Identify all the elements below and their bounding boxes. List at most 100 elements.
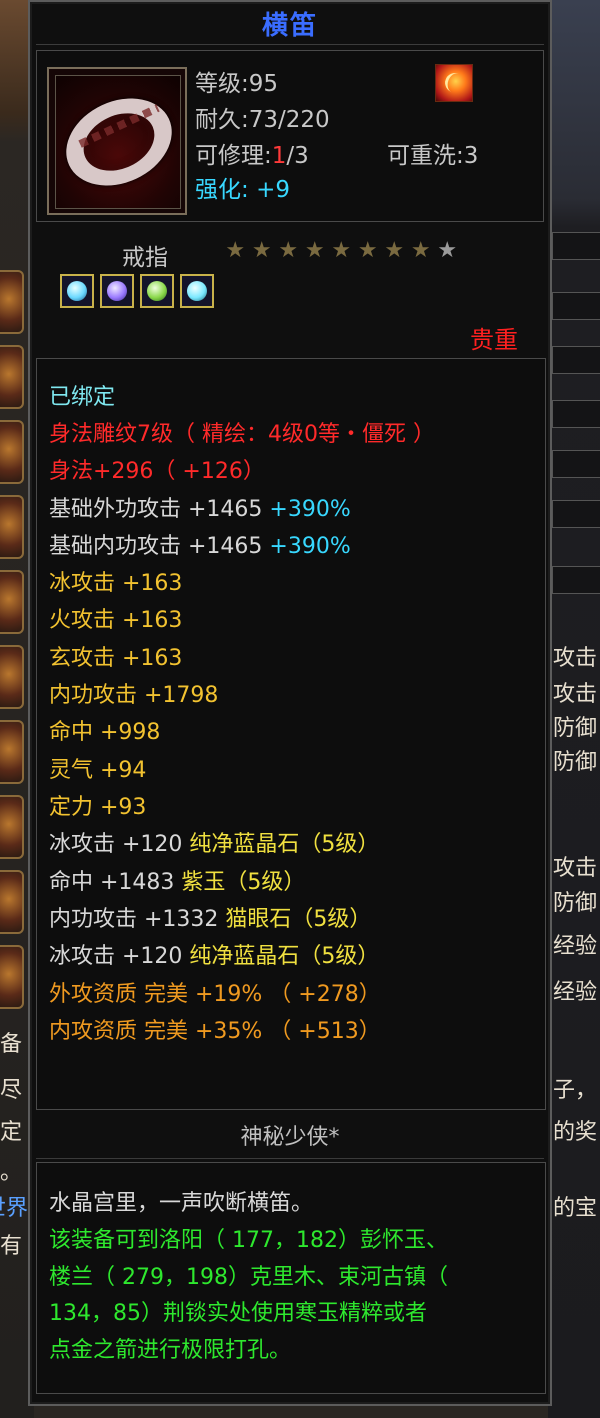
inventory-slot[interactable] xyxy=(0,270,24,334)
silver-ring-icon xyxy=(55,75,181,209)
agility-stat: 身法+296（ +126） xyxy=(49,459,265,484)
star-icon: ★ xyxy=(410,238,431,263)
int-attack-stat: 基础内功攻击 +1465 xyxy=(49,534,263,559)
star-icon: ★ xyxy=(251,238,272,263)
background-text: 攻击 xyxy=(553,856,598,881)
rewash-value: 3 xyxy=(463,143,479,169)
gem-stat: 内功攻击 +1332 xyxy=(49,907,219,932)
durability-value: 73/220 xyxy=(248,107,330,133)
star-icon: ★ xyxy=(225,238,246,263)
background-text: 经验 xyxy=(553,980,598,1005)
background-text: 防御 xyxy=(553,716,598,741)
inventory-slot[interactable] xyxy=(0,345,24,409)
repair-row: 可修理:1/3 xyxy=(195,143,309,169)
hit-stat: 命中 +998 xyxy=(49,720,161,745)
star-icon: ★ xyxy=(331,238,352,263)
background-text: 攻击 xyxy=(553,646,598,671)
enhance-row: 强化: +9 xyxy=(195,177,290,203)
engrave-stat: 身法雕纹7级（ 精绘：4级0等・僵死 ） xyxy=(49,422,435,447)
star-empty-icon: ★ xyxy=(437,238,458,263)
hint-text: 134，85）荆锬实处使用寒玉精粹或者 xyxy=(49,1301,427,1326)
gem-sockets xyxy=(60,274,214,308)
focus-stat: 定力 +93 xyxy=(49,795,147,820)
background-row xyxy=(552,400,600,428)
star-rating: ★ ★ ★ ★ ★ ★ ★ ★ ★ xyxy=(222,238,461,263)
enhance-value: +9 xyxy=(256,177,290,203)
fire-attack-stat: 火攻击 +163 xyxy=(49,608,183,633)
flavor-text: 水晶宫里，一声吹断横笛。 xyxy=(49,1191,314,1216)
ice-attack-stat: 冰攻击 +163 xyxy=(49,571,183,596)
purple-gem-icon xyxy=(100,274,134,308)
background-row xyxy=(552,566,600,594)
rewash-label: 可重洗 xyxy=(387,143,456,169)
int-quality-stat: 内攻资质 完美 +35% （ +513） xyxy=(49,1019,381,1044)
int-attack-row: 基础内功攻击 +1465 +390% xyxy=(49,536,351,558)
cyan-gem-icon xyxy=(60,274,94,308)
inner-attack-stat: 内功攻击 +1798 xyxy=(49,683,219,708)
background-text: 有 xyxy=(0,1234,23,1259)
background-text: 定 xyxy=(0,1120,23,1145)
background-row xyxy=(552,500,600,528)
background-row xyxy=(552,232,600,260)
repair-used: 1 xyxy=(271,143,287,169)
ext-attack-row: 基础外功攻击 +1465 +390% xyxy=(49,499,351,521)
cyan-gem-icon xyxy=(180,274,214,308)
background-row xyxy=(552,346,600,374)
inventory-slot[interactable] xyxy=(0,420,24,484)
phoenix-badge-icon xyxy=(435,64,473,102)
description-panel: 水晶宫里，一声吹断横笛。 该装备可到洛阳（ 177，182）彭怀玉、 楼兰（ 2… xyxy=(36,1162,546,1394)
ext-attack-stat: 基础外功攻击 +1465 xyxy=(49,497,263,522)
hint-text: 点金之箭进行极限打孔。 xyxy=(49,1338,292,1363)
gem-name: 纯净蓝晶石（5级） xyxy=(189,832,380,857)
star-icon: ★ xyxy=(278,238,299,263)
item-source: 神秘少侠* xyxy=(36,1118,544,1159)
hint-text: 楼兰（ 279，198）克里木、束河古镇（ xyxy=(49,1265,448,1290)
item-title: 横笛 xyxy=(36,4,544,45)
gem-stat-row: 命中 +1483 紫玉（5级） xyxy=(49,872,305,894)
mystic-attack-stat: 玄攻击 +163 xyxy=(49,646,183,671)
background-row xyxy=(552,292,600,320)
int-attack-pct: +390% xyxy=(269,534,351,559)
bound-status: 已绑定 xyxy=(49,385,116,410)
gem-name: 紫玉（5级） xyxy=(181,870,306,895)
gem-stat-row: 冰攻击 +120 纯净蓝晶石（5级） xyxy=(49,946,379,968)
green-gem-icon xyxy=(140,274,174,308)
inventory-slot[interactable] xyxy=(0,645,24,709)
ring-shape xyxy=(56,81,180,203)
gem-stat: 命中 +1483 xyxy=(49,870,175,895)
gem-stat: 冰攻击 +120 xyxy=(49,944,183,969)
inventory-slot[interactable] xyxy=(0,495,24,559)
inventory-slot[interactable] xyxy=(0,795,24,859)
background-row xyxy=(552,450,600,478)
background-text: 的奖 xyxy=(553,1120,598,1145)
spirit-stat: 灵气 +94 xyxy=(49,758,147,783)
background-text: 防御 xyxy=(553,891,598,916)
rewash-row: 可重洗:3 xyxy=(387,143,479,169)
durability-label: 耐久 xyxy=(195,107,241,133)
background-text: 尽 xyxy=(0,1078,23,1103)
star-icon: ★ xyxy=(304,238,325,263)
inventory-slot[interactable] xyxy=(0,720,24,784)
item-type-row: 戒指 ★ ★ ★ ★ ★ ★ ★ ★ ★ 贵重 xyxy=(36,228,544,354)
item-tooltip: 横笛 等级:95 耐久:73/220 可修理:1/3 可重洗:3 强化: +9 … xyxy=(28,0,552,1406)
inventory-slot[interactable] xyxy=(0,870,24,934)
background-text: 经验 xyxy=(553,934,598,959)
background-text: 子， xyxy=(553,1078,598,1103)
ext-quality-stat: 外攻资质 完美 +19% （ +278） xyxy=(49,982,381,1007)
background-text: 的宝 xyxy=(553,1196,598,1221)
item-type: 戒指 xyxy=(122,245,168,271)
gem-stat-row: 内功攻击 +1332 猫眼石（5级） xyxy=(49,909,371,931)
hint-text: 该装备可到洛阳（ 177，182）彭怀玉、 xyxy=(49,1228,448,1253)
inventory-slot[interactable] xyxy=(0,570,24,634)
background-text: 。 xyxy=(0,1160,23,1185)
gem-name: 纯净蓝晶石（5级） xyxy=(189,944,380,969)
star-icon: ★ xyxy=(384,238,405,263)
ext-attack-pct: +390% xyxy=(269,497,351,522)
stats-panel: 已绑定 身法雕纹7级（ 精绘：4级0等・僵死 ） 身法+296（ +126） 基… xyxy=(36,358,546,1110)
background-text: 防御 xyxy=(553,750,598,775)
level-value: 95 xyxy=(248,71,279,97)
inventory-slot[interactable] xyxy=(0,945,24,1009)
gem-stat: 冰攻击 +120 xyxy=(49,832,183,857)
background-text: 攻击 xyxy=(553,682,598,707)
background-text: 世界 xyxy=(0,1196,29,1221)
